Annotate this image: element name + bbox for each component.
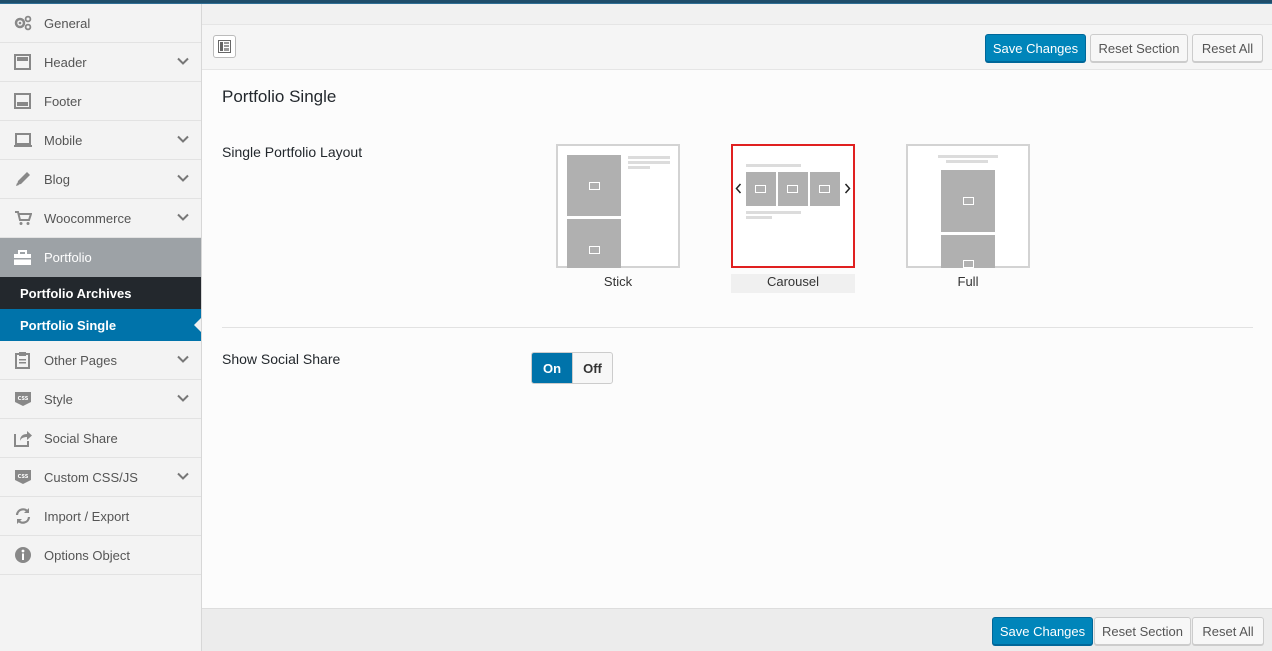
sidebar-item-style[interactable]: CSS Style bbox=[0, 380, 201, 419]
layout-option-carousel[interactable]: Carousel bbox=[731, 144, 855, 293]
sidebar-item-label: Custom CSS/JS bbox=[44, 469, 138, 485]
save-button[interactable]: Save Changes bbox=[992, 617, 1093, 645]
clipboard-icon bbox=[13, 351, 32, 370]
layout-option-label: Full bbox=[957, 274, 979, 289]
sidebar-subitem-label: Portfolio Single bbox=[20, 317, 117, 333]
sidebar-item-woocommerce[interactable]: Woocommerce bbox=[0, 199, 201, 238]
share-icon bbox=[13, 429, 32, 448]
sidebar-subitem-label: Portfolio Archives bbox=[20, 285, 132, 301]
sidebar-item-label: Woocommerce bbox=[44, 210, 132, 226]
sidebar-item-mobile[interactable]: Mobile bbox=[0, 121, 201, 160]
social-share-field-label: Show Social Share bbox=[222, 351, 341, 367]
sidebar-item-label: Options Object bbox=[44, 547, 130, 563]
sidebar-item-label: Mobile bbox=[44, 132, 83, 148]
css-icon: CSS bbox=[13, 390, 32, 409]
css-file-icon: CSS bbox=[13, 468, 32, 487]
chevron-down-icon[interactable] bbox=[177, 470, 189, 482]
sidebar-item-label: Import / Export bbox=[44, 508, 130, 524]
laptop-icon bbox=[13, 131, 32, 150]
options-sidebar: General Header Footer Mobile Blog Woocom… bbox=[0, 4, 202, 651]
sidebar-item-social-share[interactable]: Social Share bbox=[0, 419, 201, 458]
header-layout-icon bbox=[13, 53, 32, 72]
sidebar-item-label: Blog bbox=[44, 171, 71, 187]
sidebar-item-footer[interactable]: Footer bbox=[0, 82, 201, 121]
sidebar-item-options-object[interactable]: Options Object bbox=[0, 536, 201, 575]
layout-option-full[interactable]: Full bbox=[906, 144, 1030, 293]
sidebar-item-label: Portfolio bbox=[44, 250, 92, 265]
sidebar-subitem-portfolio-archives[interactable]: Portfolio Archives bbox=[0, 277, 201, 309]
sidebar-item-label: Footer bbox=[44, 93, 82, 109]
info-icon bbox=[13, 546, 32, 565]
image-placeholder-icon bbox=[819, 185, 830, 193]
image-placeholder-icon bbox=[963, 260, 974, 268]
layout-preview-stick bbox=[556, 144, 680, 268]
sidebar-item-label: Other Pages bbox=[44, 352, 117, 368]
sidebar-subitem-portfolio-single[interactable]: Portfolio Single bbox=[0, 309, 201, 341]
layout-icon bbox=[218, 40, 231, 53]
layout-option-label: Carousel bbox=[731, 274, 855, 293]
pencil-icon bbox=[13, 170, 32, 189]
sidebar-item-import-export[interactable]: Import / Export bbox=[0, 497, 201, 536]
chevron-down-icon[interactable] bbox=[177, 172, 189, 184]
bottom-toolbar: Save Changes Reset Section Reset All bbox=[202, 608, 1272, 651]
expand-layout-button[interactable] bbox=[213, 35, 236, 58]
footer-layout-icon bbox=[13, 92, 32, 111]
image-placeholder-icon bbox=[589, 182, 600, 190]
reset-section-button[interactable]: Reset Section bbox=[1094, 617, 1191, 645]
image-placeholder-icon bbox=[963, 197, 974, 205]
sidebar-item-general[interactable]: General bbox=[0, 4, 201, 43]
svg-text:CSS: CSS bbox=[17, 396, 28, 402]
section-title: Portfolio Single bbox=[222, 87, 337, 106]
chevron-down-icon[interactable] bbox=[177, 353, 189, 365]
chevron-down-icon[interactable] bbox=[177, 133, 189, 145]
sidebar-item-label: Social Share bbox=[44, 430, 118, 446]
chevron-down-icon[interactable] bbox=[177, 211, 189, 223]
image-placeholder-icon bbox=[787, 185, 798, 193]
reset-all-button[interactable]: Reset All bbox=[1192, 617, 1264, 645]
field-divider bbox=[222, 327, 1253, 328]
social-share-toggle[interactable]: On Off bbox=[531, 352, 613, 384]
layout-field-label: Single Portfolio Layout bbox=[222, 144, 363, 160]
reset-section-button[interactable]: Reset Section bbox=[1090, 34, 1188, 62]
image-placeholder-icon bbox=[589, 246, 600, 254]
options-main-panel: Save Changes Reset Section Reset All Por… bbox=[202, 24, 1272, 651]
sidebar-item-header[interactable]: Header bbox=[0, 43, 201, 82]
sidebar-item-blog[interactable]: Blog bbox=[0, 160, 201, 199]
layout-preview-carousel bbox=[731, 144, 855, 268]
save-button[interactable]: Save Changes bbox=[985, 34, 1086, 62]
sidebar-item-custom-css-js[interactable]: CSS Custom CSS/JS bbox=[0, 458, 201, 497]
sidebar-item-other-pages[interactable]: Other Pages bbox=[0, 341, 201, 380]
reset-all-button[interactable]: Reset All bbox=[1192, 34, 1263, 62]
sidebar-item-portfolio[interactable]: Portfolio bbox=[0, 238, 201, 277]
sidebar-item-label: Style bbox=[44, 391, 73, 407]
sidebar-item-label: General bbox=[44, 15, 91, 31]
toggle-off-button[interactable]: Off bbox=[572, 353, 612, 383]
top-toolbar: Save Changes Reset Section Reset All bbox=[202, 24, 1272, 70]
sidebar-item-label: Header bbox=[44, 54, 87, 70]
briefcase-icon bbox=[13, 248, 32, 267]
chevron-down-icon[interactable] bbox=[177, 55, 189, 67]
cart-icon bbox=[13, 209, 32, 228]
layout-option-label: Stick bbox=[603, 274, 633, 289]
svg-text:CSS: CSS bbox=[17, 474, 28, 480]
chevron-down-icon[interactable] bbox=[177, 392, 189, 404]
toggle-on-button[interactable]: On bbox=[532, 353, 572, 383]
layout-option-stick[interactable]: Stick bbox=[556, 144, 680, 293]
layout-preview-full bbox=[906, 144, 1030, 268]
refresh-icon bbox=[13, 507, 32, 526]
carousel-next-icon bbox=[844, 183, 851, 194]
carousel-prev-icon bbox=[735, 183, 742, 194]
active-pointer bbox=[194, 318, 201, 332]
image-placeholder-icon bbox=[755, 185, 766, 193]
gears-icon bbox=[13, 14, 32, 33]
